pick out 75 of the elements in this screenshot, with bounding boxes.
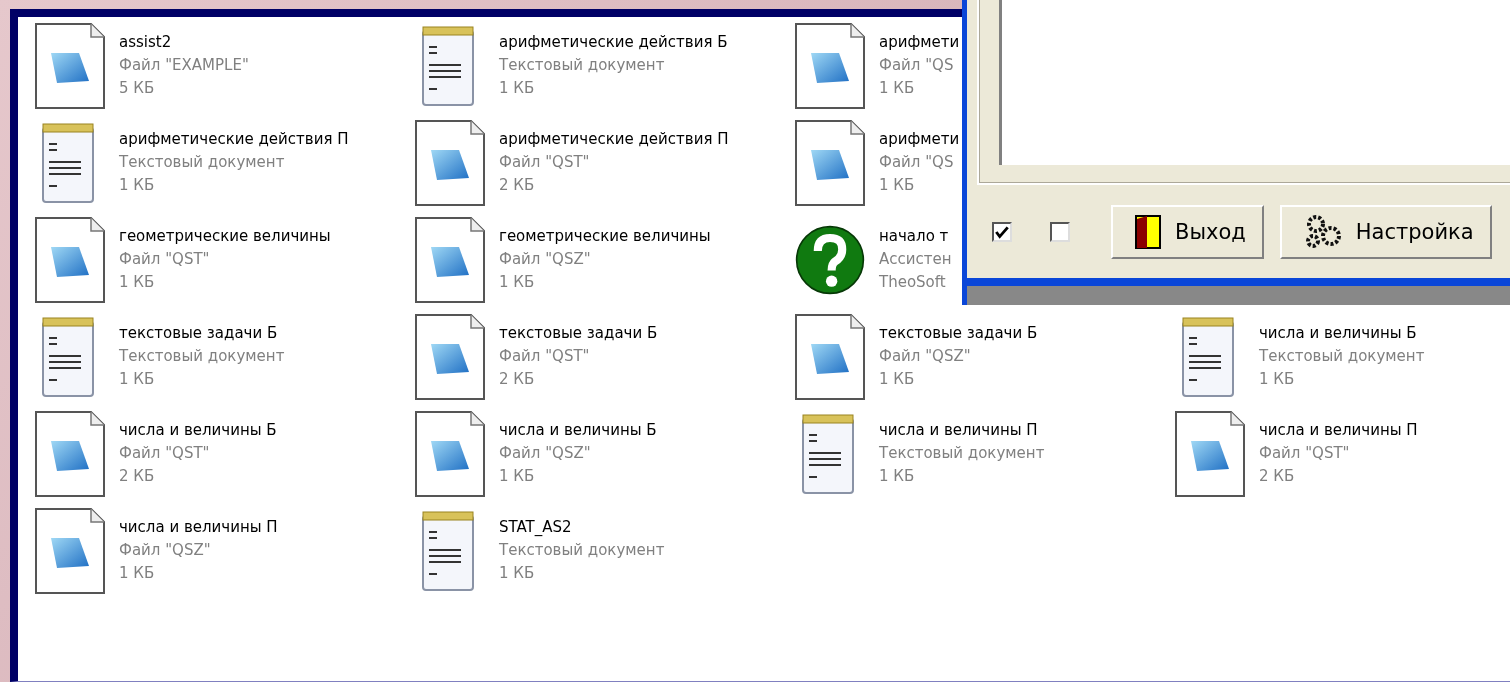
file-name: текстовые задачи Б — [119, 323, 279, 344]
file-name: арифметические действия Б — [499, 32, 728, 53]
file-size: 2 КБ — [1259, 466, 1296, 487]
file-type: Файл "QST" — [1259, 443, 1351, 464]
settings-button[interactable]: Настройка — [1279, 204, 1492, 259]
file-type: Текстовый документ — [499, 55, 666, 76]
file-size: 1 КБ — [119, 272, 156, 293]
file-icon[interactable] — [795, 23, 865, 109]
file-name: текстовые задачи Б — [499, 323, 658, 344]
file-type: Файл "QS — [879, 152, 955, 173]
door-icon — [1135, 214, 1161, 249]
file-icon[interactable] — [415, 217, 485, 303]
file-size: 1 КБ — [499, 563, 536, 584]
file-name: начало т — [879, 226, 950, 247]
file-size: 1 КБ — [499, 78, 536, 99]
file-type: Текстовый документ — [1259, 346, 1425, 367]
file-size: 1 КБ — [499, 466, 536, 487]
file-type: Файл "QSZ" — [119, 540, 212, 561]
file-name: числа и величины Б — [119, 420, 277, 441]
file-type: Файл "QST" — [119, 443, 211, 464]
file-size: 2 КБ — [499, 175, 536, 196]
file-icon[interactable] — [415, 120, 485, 206]
file-name: числа и величины П — [1259, 420, 1418, 441]
file-type: Файл "QST" — [499, 152, 591, 173]
file-name: числа и величины Б — [1259, 323, 1418, 344]
file-name: STAT_AS2 — [499, 517, 573, 538]
file-size: 2 КБ — [119, 466, 156, 487]
file-type: Текстовый документ — [879, 443, 1045, 464]
file-size: TheoSoft — [879, 272, 947, 293]
gears-icon — [1303, 213, 1342, 250]
file-name: арифметические действия П — [499, 129, 729, 150]
file-size: 1 КБ — [119, 563, 156, 584]
checkbox[interactable] — [1050, 221, 1070, 242]
file-type: Файл "QSZ" — [499, 249, 592, 270]
file-name: геометрические величины — [499, 226, 711, 247]
file-icon[interactable] — [795, 314, 865, 400]
file-type: Ассистен — [879, 249, 952, 270]
file-name: арифметические действия П — [119, 129, 349, 150]
file-name: числа и величины П — [879, 420, 1039, 441]
file-name: геометрические величины — [119, 226, 331, 247]
file-name: текстовые задачи Б — [879, 323, 1038, 344]
file-type: Текстовый документ — [119, 346, 285, 367]
file-icon[interactable] — [795, 120, 865, 206]
file-size: 1 КБ — [879, 466, 916, 487]
file-name: арифмети — [879, 32, 960, 53]
file-size: 1 КБ — [119, 175, 156, 196]
file-type: Файл "EXAMPLE" — [119, 55, 249, 76]
file-type: Файл "QSZ" — [499, 443, 592, 464]
file-icon[interactable] — [1175, 411, 1245, 497]
file-icon[interactable] — [415, 411, 485, 497]
file-size: 1 КБ — [879, 78, 916, 99]
file-size: 2 КБ — [499, 369, 536, 390]
file-icon[interactable] — [35, 217, 105, 303]
file-icon[interactable] — [35, 508, 105, 594]
file-name: арифмети — [879, 129, 960, 150]
file-name: числа и величины Б — [499, 420, 657, 441]
file-size: 1 КБ — [879, 175, 916, 196]
file-type: Текстовый документ — [499, 540, 665, 561]
file-size: 5 КБ — [119, 78, 156, 99]
exit-button[interactable]: Выход — [1111, 204, 1264, 259]
file-type: Текстовый документ — [119, 152, 286, 173]
file-icon[interactable] — [35, 23, 105, 109]
checkbox[interactable] — [992, 221, 1012, 242]
file-type: Файл "QSZ" — [879, 346, 972, 367]
file-icon[interactable] — [415, 314, 485, 400]
file-size: 1 КБ — [499, 272, 536, 293]
file-name: assist2 — [119, 32, 173, 53]
file-size: 1 КБ — [119, 369, 156, 390]
file-type: Файл "QST" — [119, 249, 211, 270]
file-size: 1 КБ — [879, 369, 916, 390]
file-type: Файл "QS — [879, 55, 955, 76]
file-type: Файл "QST" — [499, 346, 591, 367]
file-name: числа и величины П — [119, 517, 278, 538]
file-size: 1 КБ — [1259, 369, 1296, 390]
file-icon[interactable] — [35, 411, 105, 497]
